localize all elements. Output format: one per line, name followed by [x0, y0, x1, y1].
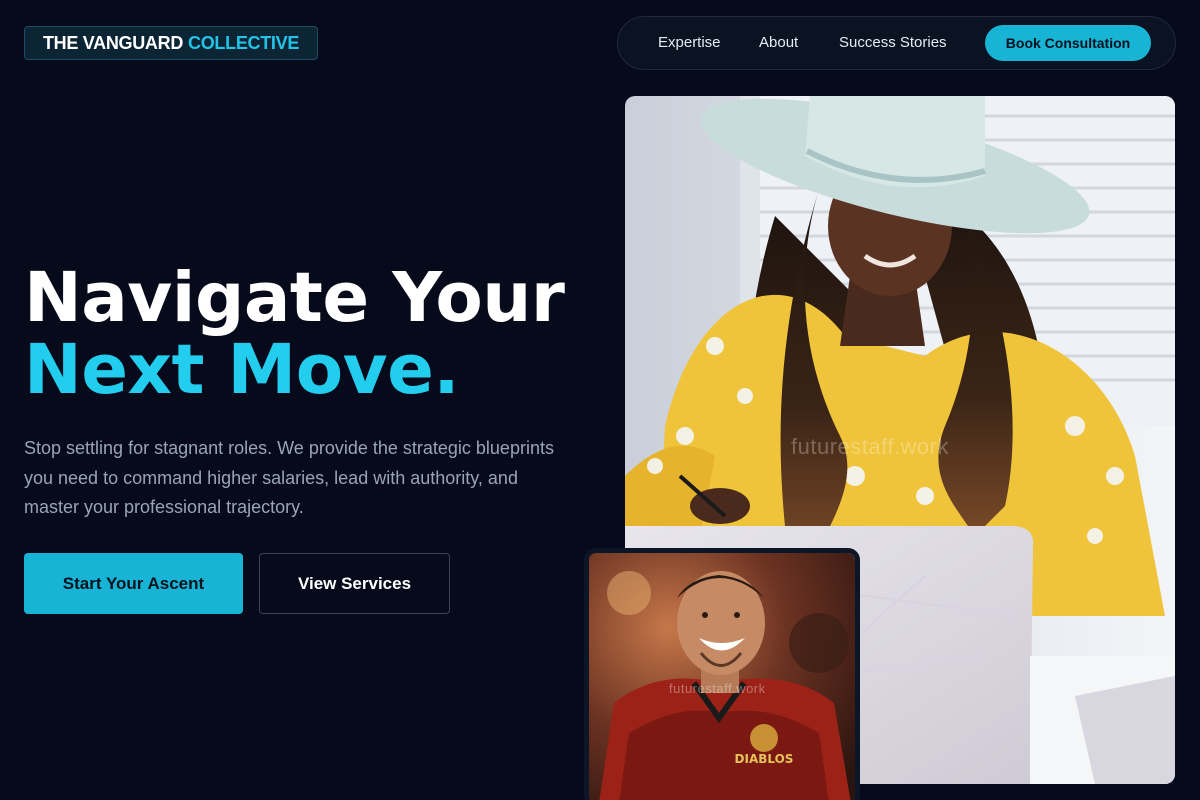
hero-photo-small-illustration: DIABLOS	[589, 553, 855, 800]
start-your-ascent-button[interactable]: Start Your Ascent	[24, 553, 243, 614]
nav-link-expertise[interactable]: Expertise	[658, 17, 721, 69]
nav-link-success-stories[interactable]: Success Stories	[839, 17, 947, 69]
hero-title: Navigate Your Next Move.	[24, 262, 604, 406]
brand-logo[interactable]: THE VANGUARD COLLECTIVE	[24, 26, 318, 60]
hero-title-line2: Next Move.	[24, 330, 460, 410]
hero-title-line1: Navigate Your	[24, 258, 565, 338]
small-photo-watermark: futurestaff.work	[669, 681, 766, 696]
hero-subtitle: Stop settling for stagnant roles. We pro…	[24, 438, 554, 517]
main-photo-watermark: futurestaff.work	[791, 434, 949, 459]
brand-name-primary: THE VANGUARD	[42, 32, 184, 53]
book-consultation-button[interactable]: Book Consultation	[985, 25, 1151, 61]
main-nav: Expertise About Success Stories Book Con…	[617, 16, 1176, 70]
jersey-text: DIABLOS	[735, 752, 794, 766]
nav-link-about[interactable]: About	[759, 17, 798, 69]
brand-name-accent: COLLECTIVE	[188, 32, 300, 53]
hero-photo-small: DIABLOS futurestaff.work	[584, 548, 860, 800]
view-services-button[interactable]: View Services	[259, 553, 450, 614]
